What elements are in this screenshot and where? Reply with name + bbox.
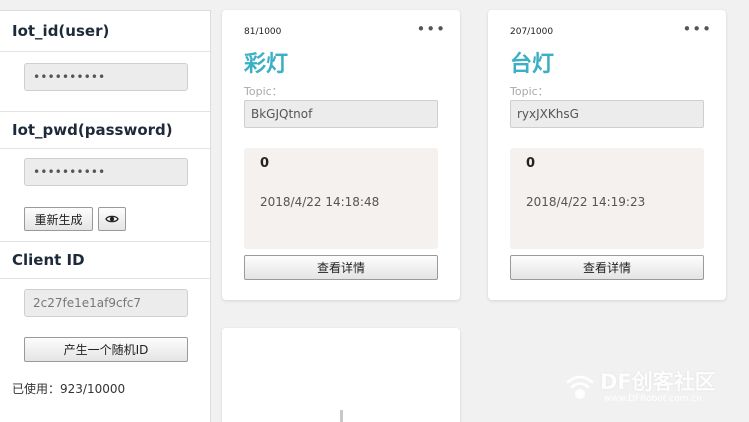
client-id-label: Client ID — [0, 242, 210, 279]
device-title: 彩灯 — [244, 52, 289, 77]
topic-field[interactable]: BkGJQtnof — [244, 100, 438, 128]
sidebar: Iot_id(user) •••••••••• Iot_pwd(password… — [0, 10, 211, 422]
topic-field[interactable]: ryxJXKhsG — [510, 100, 704, 128]
device-value: 0 — [260, 156, 270, 171]
topic-label: Topic： — [244, 85, 283, 98]
topic-label: Topic： — [510, 85, 549, 98]
more-icon[interactable]: ••• — [682, 20, 712, 38]
plus-icon — [340, 410, 343, 422]
dfrobot-logo-icon — [566, 375, 594, 399]
client-id-field[interactable]: 2c27fe1e1af9cfc7 — [24, 289, 188, 317]
device-value: 0 — [526, 156, 536, 171]
device-title: 台灯 — [510, 52, 555, 77]
view-details-button[interactable]: 查看详情 — [510, 255, 704, 280]
value-box: 0 2018/4/22 14:19:23 — [510, 148, 704, 249]
show-password-button[interactable] — [98, 207, 126, 231]
value-box: 0 2018/4/22 14:18:48 — [244, 148, 438, 249]
iot-id-section: •••••••••• — [0, 52, 210, 112]
iot-id-field[interactable]: •••••••••• — [24, 63, 188, 91]
timestamp: 2018/4/22 14:19:23 — [526, 195, 646, 209]
usage-text: 已使用：923/10000 — [12, 382, 126, 396]
watermark-url: www.DFRobot.com.cn — [604, 394, 702, 404]
watermark-brand: DF创客社区 — [600, 370, 716, 394]
message-count: 81/1000 — [244, 27, 282, 37]
iot-pwd-field[interactable]: •••••••••• — [24, 158, 188, 186]
message-count: 207/1000 — [510, 27, 554, 37]
iot-pwd-label: Iot_pwd(password) — [0, 112, 210, 149]
eye-icon — [105, 215, 119, 223]
watermark: DF创客社区 www.DFRobot.com.cn — [560, 360, 749, 422]
iot-id-label: Iot_id(user) — [0, 11, 210, 52]
device-card: 81/1000 ••• 彩灯 Topic： BkGJQtnof 0 2018/4… — [222, 10, 460, 300]
client-id-section: 2c27fe1e1af9cfc7 产生一个随机ID — [0, 279, 210, 362]
random-id-button[interactable]: 产生一个随机ID — [24, 337, 188, 362]
timestamp: 2018/4/22 14:18:48 — [260, 195, 380, 209]
view-details-button[interactable]: 查看详情 — [244, 255, 438, 280]
device-card: 207/1000 ••• 台灯 Topic： ryxJXKhsG 0 2018/… — [488, 10, 726, 300]
iot-pwd-section: •••••••••• 重新生成 — [0, 149, 210, 242]
regenerate-button[interactable]: 重新生成 — [24, 207, 93, 231]
add-device-card[interactable] — [222, 328, 460, 422]
more-icon[interactable]: ••• — [416, 20, 446, 38]
